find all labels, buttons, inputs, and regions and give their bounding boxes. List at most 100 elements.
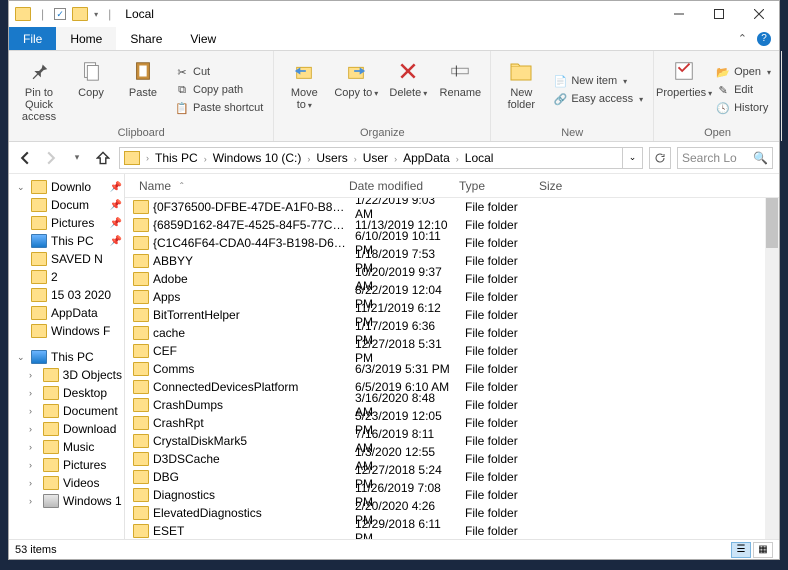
new-item-button[interactable]: 📄New item▾: [549, 73, 647, 89]
recent-dropdown[interactable]: ▾: [67, 148, 87, 168]
refresh-button[interactable]: [649, 147, 671, 169]
up-button[interactable]: [93, 148, 113, 168]
file-list[interactable]: {0F376500-DFBE-47DE-A1F0-B86761A82B1/22/…: [125, 198, 779, 539]
sidebar-item[interactable]: Docum📌: [9, 196, 124, 214]
edit-button[interactable]: ✎Edit: [712, 82, 775, 98]
file-type: File folder: [459, 470, 539, 484]
pc-icon: [31, 234, 47, 248]
open-button[interactable]: 📂Open▾: [712, 64, 775, 80]
collapse-ribbon-icon[interactable]: ⌃: [738, 32, 747, 45]
breadcrumb-segment[interactable]: User: [359, 151, 392, 165]
sidebar-item[interactable]: Windows F: [9, 322, 124, 340]
sidebar-item[interactable]: Pictures📌: [9, 214, 124, 232]
paste-shortcut-button[interactable]: 📋Paste shortcut: [171, 100, 267, 116]
checkbox-icon[interactable]: ✓: [54, 8, 66, 20]
group-select: ☑Select all ☐Select none ◧Invert selecti…: [782, 51, 788, 141]
expand-icon[interactable]: ›: [29, 370, 39, 380]
sidebar-item[interactable]: ›Download: [9, 420, 124, 438]
folder-icon: [31, 252, 47, 266]
expand-icon[interactable]: ›: [29, 460, 39, 470]
copy-button[interactable]: Copy: [67, 55, 115, 125]
easy-access-button[interactable]: 🔗Easy access▾: [549, 91, 647, 107]
expand-icon[interactable]: ›: [29, 424, 39, 434]
tab-home[interactable]: Home: [56, 27, 116, 50]
pc-icon: [31, 350, 47, 364]
sidebar-item[interactable]: ›Document: [9, 402, 124, 420]
minimize-button[interactable]: [659, 1, 699, 27]
maximize-button[interactable]: [699, 1, 739, 27]
sidebar-this-pc[interactable]: ⌄ This PC: [9, 348, 124, 366]
collapse-icon[interactable]: ⌄: [17, 352, 27, 363]
sidebar-item[interactable]: AppData: [9, 304, 124, 322]
details-view-button[interactable]: ☰: [731, 542, 751, 558]
ribbon-tabs: File Home Share View ⌃ ?: [9, 27, 779, 51]
close-button[interactable]: [739, 1, 779, 27]
tab-share[interactable]: Share: [116, 27, 176, 50]
file-row[interactable]: ESET12/29/2018 6:11 PMFile folder: [125, 522, 779, 539]
navigation-pane[interactable]: ⌄Downlo📌Docum📌Pictures📌This PC📌SAVED N21…: [9, 174, 125, 539]
sidebar-item[interactable]: ›3D Objects: [9, 366, 124, 384]
breadcrumb-segment[interactable]: Windows 10 (C:): [209, 151, 306, 165]
breadcrumb-segment[interactable]: AppData: [399, 151, 454, 165]
file-type: File folder: [459, 434, 539, 448]
breadcrumb-bar[interactable]: › This PC›Windows 10 (C:)›Users›User›App…: [119, 147, 643, 169]
sidebar-item[interactable]: This PC📌: [9, 232, 124, 250]
sidebar-item-label: Videos: [63, 476, 99, 490]
collapse-icon[interactable]: ⌄: [17, 182, 27, 193]
help-icon[interactable]: ?: [757, 32, 771, 46]
sidebar-item[interactable]: ›Pictures: [9, 456, 124, 474]
folder-icon: [43, 386, 59, 400]
file-type: File folder: [459, 452, 539, 466]
search-input[interactable]: Search Lo 🔍: [677, 147, 773, 169]
expand-icon[interactable]: ›: [29, 442, 39, 452]
pin-to-quick-access-button[interactable]: Pin to Quick access: [15, 55, 63, 125]
sidebar-item[interactable]: ›Music: [9, 438, 124, 456]
column-type[interactable]: Type: [453, 179, 533, 193]
paste-button[interactable]: Paste: [119, 55, 167, 125]
sidebar-item[interactable]: ⌄Downlo📌: [9, 178, 124, 196]
sidebar-item[interactable]: › Desktop: [9, 384, 124, 402]
breadcrumb-segment[interactable]: Users: [312, 151, 351, 165]
copy-to-button[interactable]: Copy to▾: [332, 55, 380, 125]
cut-button[interactable]: ✂Cut: [171, 64, 267, 80]
explorer-window: | ✓ ▾ | Local File Home Share View ⌃ ?: [8, 0, 780, 560]
sidebar-item[interactable]: › Videos: [9, 474, 124, 492]
delete-button[interactable]: Delete▾: [384, 55, 432, 125]
tab-view[interactable]: View: [176, 27, 230, 50]
folder-icon: [133, 470, 149, 484]
expand-icon[interactable]: ›: [29, 388, 39, 398]
file-type: File folder: [459, 398, 539, 412]
scroll-thumb[interactable]: [766, 198, 778, 248]
sidebar-item[interactable]: 2: [9, 268, 124, 286]
column-date[interactable]: Date modified: [343, 179, 453, 193]
sidebar-item-label: Desktop: [63, 386, 107, 400]
sidebar-item[interactable]: 15 03 2020: [9, 286, 124, 304]
column-size[interactable]: Size: [533, 179, 593, 193]
tab-file[interactable]: File: [9, 27, 56, 50]
file-row[interactable]: {0F376500-DFBE-47DE-A1F0-B86761A82B1/22/…: [125, 198, 779, 216]
sidebar-item[interactable]: ›Windows 1: [9, 492, 124, 510]
expand-icon[interactable]: ›: [29, 406, 39, 416]
column-name[interactable]: Name ⌃: [133, 179, 343, 193]
back-button[interactable]: [15, 148, 35, 168]
history-button[interactable]: 🕓History: [712, 100, 775, 116]
file-row[interactable]: CEF12/27/2018 5:31 PMFile folder: [125, 342, 779, 360]
copy-path-button[interactable]: ⧉Copy path: [171, 82, 267, 98]
address-dropdown[interactable]: ⌄: [622, 148, 642, 168]
file-row[interactable]: Comms6/3/2019 5:31 PMFile folder: [125, 360, 779, 378]
breadcrumb-segment[interactable]: Local: [461, 151, 498, 165]
vertical-scrollbar[interactable]: [765, 198, 779, 539]
expand-icon[interactable]: ›: [29, 478, 39, 488]
qat-dropdown-icon[interactable]: ▾: [94, 10, 98, 19]
history-icon: 🕓: [716, 101, 730, 115]
move-to-button[interactable]: Move to▾: [280, 55, 328, 125]
sidebar-item[interactable]: SAVED N: [9, 250, 124, 268]
icons-view-button[interactable]: ▦: [753, 542, 773, 558]
forward-button[interactable]: [41, 148, 61, 168]
rename-button[interactable]: Rename: [436, 55, 484, 125]
search-placeholder: Search Lo: [682, 151, 737, 165]
breadcrumb-segment[interactable]: This PC: [151, 151, 202, 165]
expand-icon[interactable]: ›: [29, 496, 39, 506]
properties-button[interactable]: Properties▾: [660, 55, 708, 125]
new-folder-button[interactable]: New folder: [497, 55, 545, 125]
